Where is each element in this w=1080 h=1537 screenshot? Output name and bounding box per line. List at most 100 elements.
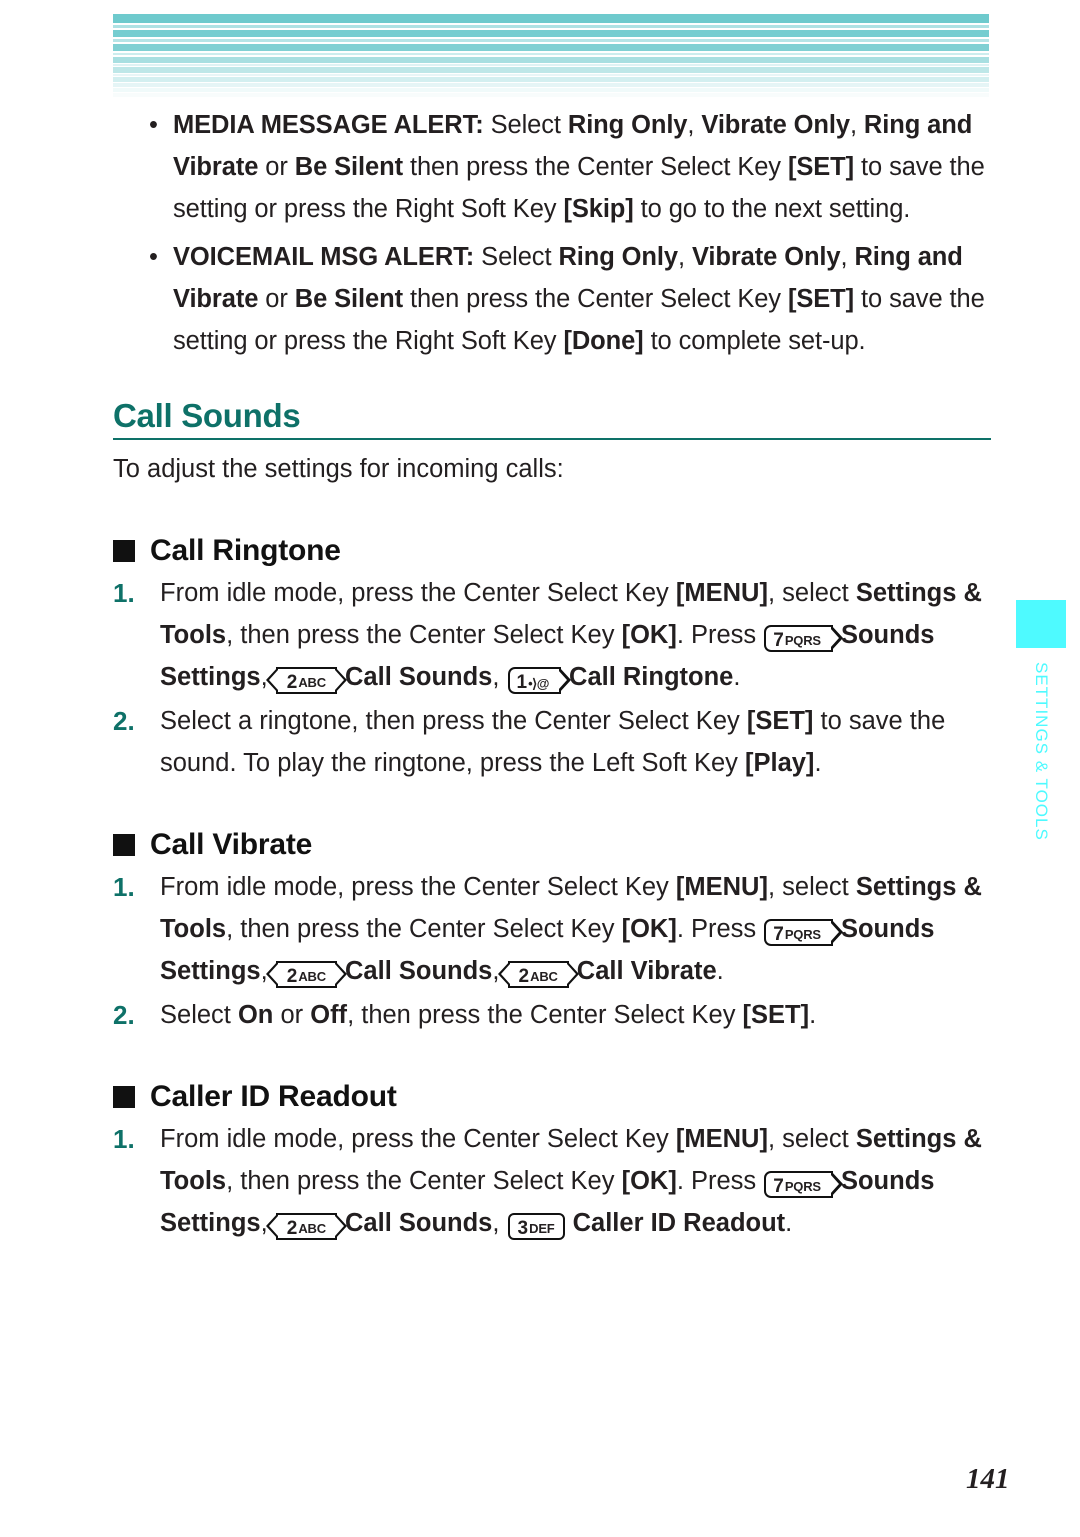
body-text: , select [767, 873, 856, 901]
emphasis-text: [Done] [563, 327, 644, 355]
header-stripe [113, 64, 989, 66]
body-text: , select [767, 1125, 856, 1153]
body-text: . Press [676, 621, 764, 649]
step-number: 2. [113, 706, 135, 736]
emphasis-text: [SET] [742, 1001, 810, 1029]
emphasis-text: VOICEMAIL MSG ALERT: [173, 243, 475, 271]
header-stripe-decoration [113, 14, 989, 97]
emphasis-text: [SET] [787, 153, 855, 181]
phone-key-7-icon: 7PQRS [764, 625, 843, 652]
phone-key-7-icon: 7PQRS [764, 1171, 843, 1198]
emphasis-text: [OK] [621, 915, 677, 943]
side-tab-label: SETTINGS & TOOLS [1032, 662, 1051, 841]
emphasis-text: [SET] [746, 707, 814, 735]
header-stripe [113, 39, 989, 42]
phone-key-2-icon: 2ABC [265, 961, 347, 988]
emphasis-text: Ring Only [567, 111, 688, 139]
emphasis-text: Be Silent [294, 285, 403, 313]
body-text: , [687, 111, 702, 139]
alert-paragraph-media-message-alert: • MEDIA MESSAGE ALERT: Select Ring Only, … [113, 104, 993, 230]
side-index-tab: SETTINGS & TOOLS [1016, 600, 1066, 846]
square-bullet-icon [113, 540, 135, 562]
header-stripe [113, 77, 989, 82]
emphasis-text: Call Sounds [345, 663, 493, 691]
body-text: , then press the Center Select Key [226, 1167, 622, 1195]
body-text [566, 1209, 573, 1237]
subsection-heading: Call Ringtone [113, 534, 993, 568]
alert-paragraph-voicemail-msg-alert: • VOICEMAIL MSG ALERT: Select Ring Only, … [113, 236, 993, 362]
body-text: to go to the next setting. [633, 195, 911, 223]
header-stripe [113, 93, 989, 97]
header-stripe [113, 88, 989, 92]
page-content: • MEDIA MESSAGE ALERT: Select Ring Only , … [113, 104, 993, 1244]
emphasis-text: Off [310, 1001, 348, 1029]
body-text: From idle mode, press the Center Select … [160, 579, 676, 607]
side-tab-color-block [1016, 600, 1066, 648]
emphasis-text: [OK] [621, 1167, 677, 1195]
numbered-step: 1. From idle mode, press the Center Selec… [113, 572, 993, 698]
section-divider [113, 438, 991, 440]
emphasis-text: Be Silent [294, 153, 403, 181]
body-text: to complete set-up. [643, 327, 866, 355]
body-text: . Press [676, 1167, 764, 1195]
body-text: . [785, 1209, 793, 1237]
phone-key-2-icon: 2ABC [265, 1213, 347, 1240]
body-text: . [716, 957, 724, 985]
emphasis-text: MEDIA MESSAGE ALERT: [173, 111, 484, 139]
emphasis-text: Caller ID Readout [572, 1209, 786, 1237]
header-stripe [113, 30, 989, 37]
header-stripe [113, 57, 989, 63]
body-text: or [258, 153, 295, 181]
body-text: , then press the Center Select Key [347, 1001, 743, 1029]
emphasis-text: On [237, 1001, 274, 1029]
body-text: or [273, 1001, 311, 1029]
emphasis-text: [MENU] [675, 579, 768, 607]
body-text: . Press [676, 915, 764, 943]
emphasis-text: Call Sounds [345, 957, 493, 985]
phone-key-2-icon: 2ABC [497, 961, 579, 988]
header-stripe [113, 83, 989, 87]
body-text: Select [474, 243, 559, 271]
numbered-step: 1. From idle mode, press the Center Selec… [113, 1118, 993, 1244]
square-bullet-icon [113, 1086, 135, 1108]
step-number: 1. [113, 1124, 135, 1154]
subsection-heading: Caller ID Readout [113, 1080, 993, 1114]
section-intro-text: To adjust the settings for incoming call… [113, 455, 564, 483]
header-stripe [113, 67, 989, 73]
body-text: From idle mode, press the Center Select … [160, 1125, 676, 1153]
body-text: Select [483, 111, 568, 139]
body-text: , [840, 243, 855, 271]
emphasis-text: [Play] [744, 749, 815, 777]
body-text: Select [160, 1001, 238, 1029]
emphasis-text: [MENU] [675, 1125, 768, 1153]
phone-key-3-icon: 3DEF [507, 1213, 565, 1240]
body-text: , [677, 243, 692, 271]
phone-key-7-icon: 7PQRS [764, 919, 843, 946]
emphasis-text: [MENU] [675, 873, 768, 901]
header-stripe [113, 44, 989, 51]
phone-key-1-icon: 1•⟩@ [507, 667, 572, 694]
emphasis-text: Ring Only [558, 243, 678, 271]
body-text: then press the Center Select Key [402, 153, 788, 181]
subsection-heading: Call Vibrate [113, 828, 993, 862]
numbered-step: 2. Select a ringtone, then press the Cent… [113, 700, 993, 784]
emphasis-text: Call Ringtone [569, 663, 734, 691]
body-text: , then press the Center Select Key [226, 621, 622, 649]
subsection-title: Call Ringtone [150, 534, 341, 567]
emphasis-text: [SET] [787, 285, 855, 313]
numbered-step: 1. From idle mode, press the Center Selec… [113, 866, 993, 992]
section-heading-call-sounds: Call Sounds [113, 396, 993, 440]
subsection-title: Caller ID Readout [150, 1080, 397, 1113]
body-text: From idle mode, press the Center Select … [160, 873, 676, 901]
emphasis-text: [Skip] [563, 195, 634, 223]
header-stripe [113, 53, 989, 55]
body-text: , [849, 111, 864, 139]
body-text: , [492, 1209, 507, 1237]
body-text: . [733, 663, 741, 691]
body-text: , select [767, 579, 856, 607]
step-number: 2. [113, 1000, 135, 1030]
body-text: . [809, 1001, 817, 1029]
body-text: , [492, 663, 507, 691]
body-text: . [814, 749, 822, 777]
step-number: 1. [113, 578, 135, 608]
